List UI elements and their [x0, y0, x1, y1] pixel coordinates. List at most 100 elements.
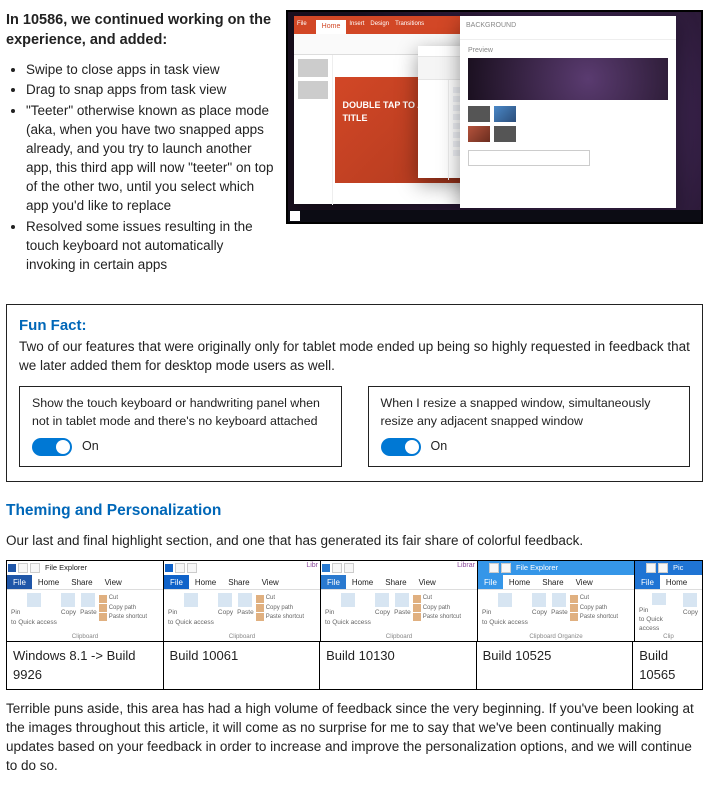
ribbon-button: Copy	[59, 593, 78, 633]
ribbon-label: Pinto Quick access	[11, 608, 57, 626]
ribbon-small-icon	[570, 604, 578, 612]
ribbon-group-label: Clipboard	[7, 633, 163, 642]
theming-outro: Terrible puns aside, this area has had a…	[6, 700, 703, 776]
ribbon-tab: View	[413, 575, 442, 589]
ribbon-small-icon	[570, 613, 578, 621]
ribbon-tab: Home	[346, 575, 379, 589]
explorer-thumb: File ExplorerFileHomeShareViewPinto Quic…	[477, 560, 634, 642]
ribbon-tab: Share	[222, 575, 255, 589]
ribbon-small-icon	[413, 595, 421, 603]
ribbon-tab: File	[635, 575, 660, 589]
ribbon-label: Pinto Quick access	[482, 608, 528, 626]
ribbon-button: Copy	[216, 593, 235, 633]
fun-fact-text: Two of our features that were originally…	[19, 338, 690, 376]
ribbon-icon	[652, 593, 666, 605]
window-titlebar	[164, 561, 320, 575]
ribbon-button: Pinto Quick access	[323, 593, 373, 633]
ribbon-button: Pinto Quick access	[166, 593, 216, 633]
build-heading: In 10586, we continued working on the ex…	[6, 10, 276, 51]
build-caption: Build 10130	[320, 642, 477, 688]
ribbon-label: Copy	[375, 608, 390, 617]
ribbon-button: Copy	[530, 593, 549, 633]
ribbon-tabs: FileHomeShareView	[321, 575, 477, 589]
folder-icon	[8, 564, 16, 572]
ribbon-label: Paste	[80, 608, 97, 617]
desktop-screenshot: File Home Insert Design Transitions DOUB…	[286, 10, 703, 276]
build-caption: Build 10565	[633, 642, 702, 688]
taskbar	[288, 210, 701, 222]
libraries-label: Librar	[457, 561, 475, 571]
ppt-tab: Insert	[346, 16, 367, 34]
ribbon-button: Pinto Quick access	[637, 593, 681, 633]
ribbon-small-group: CutCopy pathPaste shortcut	[256, 593, 304, 633]
toggle-state: On	[82, 438, 99, 456]
ribbon-icon	[61, 593, 75, 607]
ribbon-tabs: FileHomeShareView	[478, 575, 634, 589]
ribbon-group-label: Clipboard Organize	[478, 633, 634, 642]
build-caption: Build 10525	[477, 642, 634, 688]
build-caption: Windows 8.1 -> Build 9926	[7, 642, 164, 688]
ribbon-button: Pinto Quick access	[9, 593, 59, 633]
qat-icon	[489, 563, 499, 573]
ribbon-small-icon	[413, 613, 421, 621]
ribbon-tab: Home	[660, 575, 693, 589]
ribbon-button: Paste	[392, 593, 413, 633]
ribbon-icon	[238, 593, 252, 607]
setting-card: Show the touch keyboard or handwriting p…	[19, 386, 342, 467]
ribbon-small-button: Paste shortcut	[413, 613, 461, 621]
ribbon: Pinto Quick accessCopyPasteCutCopy pathP…	[478, 589, 634, 633]
feature-item: Swipe to close apps in task view	[26, 61, 276, 80]
intro-text: In 10586, we continued working on the ex…	[6, 10, 276, 276]
toggle-switch[interactable]	[381, 438, 421, 456]
bg-thumb	[468, 126, 490, 142]
ribbon-label: Pinto Quick access	[639, 606, 679, 633]
fun-fact-title: Fun Fact:	[19, 315, 690, 336]
bg-thumb	[494, 106, 516, 122]
ribbon-tab: File	[164, 575, 189, 589]
ribbon-small-icon	[570, 595, 578, 603]
ribbon-group-label: Clipboard	[321, 633, 477, 642]
ribbon-small-icon	[99, 604, 107, 612]
theming-heading: Theming and Personalization	[6, 500, 703, 522]
window-titlebar: File Explorer	[7, 561, 163, 575]
ribbon-label: Paste	[394, 608, 411, 617]
window-titlebar	[321, 561, 477, 575]
libraries-label: Libr	[306, 561, 318, 571]
ribbon-small-button: Paste shortcut	[570, 613, 618, 621]
explorer-thumb: PicFileHomePinto Quick accessCopyClip	[634, 560, 703, 642]
setting-card: When I resize a snapped window, simultan…	[368, 386, 691, 467]
window-title: Pic	[673, 563, 683, 574]
ribbon-icon	[218, 593, 232, 607]
ppt-tab: Transitions	[392, 16, 427, 34]
explorer-thumb: LibrFileHomeShareViewPinto Quick accessC…	[163, 560, 320, 642]
qat-icon	[658, 563, 668, 573]
ribbon-small-group: CutCopy pathPaste shortcut	[99, 593, 147, 633]
bg-preview-label: Preview	[468, 46, 668, 56]
ribbon-icon	[532, 593, 546, 607]
background-settings-window: BACKGROUND Preview	[460, 16, 676, 208]
ribbon: Pinto Quick accessCopy	[635, 589, 702, 633]
ribbon-small-button: Copy path	[99, 604, 147, 612]
ribbon-icon	[81, 593, 95, 607]
ribbon-tab: Share	[536, 575, 569, 589]
ribbon-small-icon	[99, 613, 107, 621]
ribbon-tab: View	[99, 575, 128, 589]
ribbon-tab: File	[7, 575, 32, 589]
ribbon-tab: Home	[503, 575, 536, 589]
ribbon-group-label: Clipboard	[164, 633, 320, 642]
toggle-switch[interactable]	[32, 438, 72, 456]
ribbon-label: Paste	[551, 608, 568, 617]
ribbon-icon	[341, 593, 355, 607]
ribbon-tab: File	[478, 575, 503, 589]
ribbon-icon	[395, 593, 409, 607]
ribbon-button: Pinto Quick access	[480, 593, 530, 633]
bg-title: BACKGROUND	[460, 16, 676, 40]
ppt-tab: Design	[367, 16, 392, 34]
ribbon-tab: File	[321, 575, 346, 589]
ribbon-small-button: Cut	[413, 594, 461, 602]
ribbon-tabs: FileHomeShareView	[7, 575, 163, 589]
folder-icon	[479, 564, 487, 572]
bg-preview	[468, 58, 668, 100]
folder-icon	[636, 564, 644, 572]
qat-icon	[332, 563, 342, 573]
